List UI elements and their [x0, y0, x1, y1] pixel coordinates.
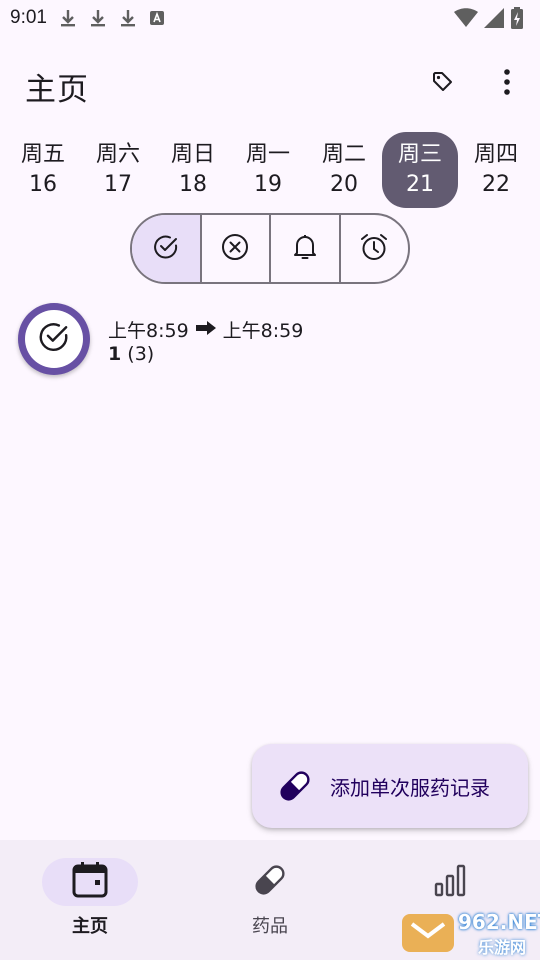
dose-status-avatar[interactable]: [18, 303, 90, 375]
watermark-subtext: 乐游网: [478, 938, 527, 957]
day-weekday: 周六: [95, 142, 140, 167]
watermark-logo-icon: [402, 914, 454, 952]
check-circle-icon: [37, 320, 71, 358]
wifi-icon: [454, 8, 478, 28]
day-weekday: 周日: [170, 142, 215, 167]
dose-count-total: (3): [127, 343, 155, 365]
battery-charging-icon: [510, 7, 524, 29]
watermark: 962.NET 乐游网: [398, 908, 540, 957]
day-item[interactable]: 周六 17: [80, 132, 156, 208]
day-weekday: 周一: [245, 142, 290, 167]
add-single-dose-fab[interactable]: 添加单次服药记录: [252, 744, 528, 828]
nav-home-label: 主页: [72, 916, 108, 937]
nav-statistics-indicator: [402, 858, 498, 906]
filter-reminder-button[interactable]: [271, 215, 341, 282]
pill-icon: [276, 767, 314, 805]
tag-icon: [431, 70, 455, 98]
day-item[interactable]: 周二 20: [306, 132, 382, 208]
day-item[interactable]: 周日 18: [155, 132, 231, 208]
day-item[interactable]: 周一 19: [230, 132, 306, 208]
nav-home-indicator: [42, 858, 138, 906]
week-strip: 周五 16 周六 17 周日 18 周一 19 周二 20 周三 21 周四 2…: [0, 132, 540, 208]
filter-skipped-button[interactable]: [202, 215, 271, 282]
fab-label: 添加单次服药记录: [330, 775, 490, 800]
day-item[interactable]: 周四 22: [458, 132, 534, 208]
day-date: 22: [482, 172, 510, 197]
nav-medicines[interactable]: 药品: [180, 858, 360, 938]
dose-entry[interactable]: 上午8:59 上午8:59 1 (3): [18, 303, 518, 375]
day-weekday: 周四: [473, 142, 518, 167]
check-circle-icon: [152, 233, 180, 265]
bar-chart-icon: [432, 862, 468, 902]
nav-medicines-indicator: [222, 858, 318, 906]
x-circle-icon: [221, 233, 249, 265]
watermark-text: 962.NET: [458, 910, 540, 934]
signal-icon: [484, 8, 504, 28]
nav-home[interactable]: 主页: [0, 858, 180, 938]
download-icon: [59, 8, 77, 28]
tag-button[interactable]: [425, 66, 461, 102]
page-title: 主页: [25, 72, 89, 108]
alarm-clock-icon: [359, 232, 389, 266]
day-date: 18: [179, 172, 207, 197]
dose-time: 上午8:59 上午8:59: [108, 316, 303, 343]
arrow-right-icon: [195, 319, 217, 341]
nav-statistics[interactable]: [360, 858, 540, 912]
day-weekday: 周二: [321, 142, 366, 167]
day-item[interactable]: 周五 16: [5, 132, 81, 208]
dose-count: 1 (3): [108, 343, 154, 365]
day-date: 21: [406, 172, 434, 197]
day-date: 19: [254, 172, 282, 197]
dose-count-value: 1: [108, 343, 122, 365]
nav-medicines-label: 药品: [252, 916, 288, 937]
calendar-icon: [71, 861, 109, 903]
day-date: 17: [104, 172, 132, 197]
download-icon: [119, 8, 137, 28]
filter-taken-button[interactable]: [132, 215, 202, 282]
status-bar: 9:01: [0, 0, 540, 36]
filter-alarm-button[interactable]: [341, 215, 409, 282]
download-icon: [89, 8, 107, 28]
day-weekday: 周五: [20, 142, 65, 167]
dose-time-start: 上午8:59: [108, 320, 189, 342]
more-options-button[interactable]: [489, 66, 525, 102]
pill-icon: [251, 861, 289, 903]
day-item-selected[interactable]: 周三 21: [382, 132, 458, 208]
day-weekday: 周三: [397, 142, 442, 167]
bell-icon: [292, 233, 318, 265]
status-time: 9:01: [10, 7, 47, 28]
font-a-icon: [149, 10, 165, 26]
more-vert-icon: [503, 69, 511, 99]
day-date: 20: [330, 172, 358, 197]
day-date: 16: [29, 172, 57, 197]
app-bar: 主页: [0, 56, 540, 112]
status-filter: [130, 213, 410, 284]
dose-time-end: 上午8:59: [222, 320, 304, 342]
